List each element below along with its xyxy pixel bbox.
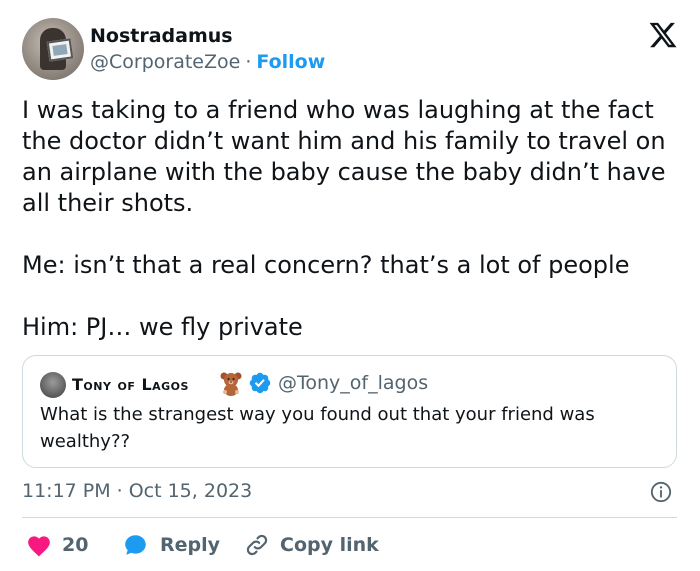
tweet-actions: 20 Reply Copy link bbox=[22, 530, 677, 560]
copy-link-label: Copy link bbox=[280, 534, 379, 556]
follow-button[interactable]: Follow bbox=[256, 51, 325, 73]
tweet-paragraph: Him: PJ… we fly private bbox=[22, 313, 303, 341]
quoted-tweet[interactable]: Tony of Lagos @Tony_of_lagos What is the… bbox=[22, 355, 677, 468]
quote-author-name: Tony of Lagos bbox=[72, 375, 189, 394]
handle-separator: · bbox=[245, 51, 252, 73]
author-handle[interactable]: @CorporateZoe bbox=[90, 51, 240, 73]
divider bbox=[22, 517, 677, 518]
reply-label: Reply bbox=[160, 534, 221, 556]
teddy-bear-emoji-icon bbox=[220, 372, 242, 396]
link-icon bbox=[246, 534, 268, 556]
tweet-paragraph: I was taking to a friend who was laughin… bbox=[22, 96, 666, 217]
tweet-body: I was taking to a friend who was laughin… bbox=[22, 95, 682, 343]
info-icon[interactable] bbox=[650, 481, 672, 503]
like-count: 20 bbox=[62, 534, 89, 556]
tweet-header: Nostradamus @CorporateZoe · Follow bbox=[22, 18, 682, 80]
x-logo-icon[interactable] bbox=[648, 20, 678, 50]
tweet-time: 11:17 PM bbox=[22, 480, 111, 502]
author-name[interactable]: Nostradamus bbox=[90, 25, 233, 47]
quote-author-handle[interactable]: @Tony_of_lagos bbox=[278, 372, 428, 394]
reply-button[interactable]: Reply bbox=[122, 530, 220, 560]
reply-bubble-icon bbox=[125, 535, 146, 555]
author-handle-line: @CorporateZoe · Follow bbox=[90, 51, 325, 73]
tweet-date: Oct 15, 2023 bbox=[128, 480, 253, 502]
like-button[interactable]: 20 bbox=[26, 530, 88, 560]
heart-icon bbox=[28, 536, 50, 557]
copy-link-button[interactable]: Copy link bbox=[244, 530, 379, 560]
quote-text: What is the strangest way you found out … bbox=[40, 404, 595, 452]
quote-author-avatar bbox=[40, 372, 66, 398]
tweet-paragraph: Me: isn’t that a real concern? that’s a … bbox=[22, 251, 630, 279]
author-avatar[interactable] bbox=[22, 18, 84, 80]
timestamp-separator: · bbox=[116, 480, 123, 502]
tweet-timestamp[interactable]: 11:17 PM · Oct 15, 2023 bbox=[22, 480, 252, 502]
verified-badge-icon bbox=[249, 372, 271, 394]
